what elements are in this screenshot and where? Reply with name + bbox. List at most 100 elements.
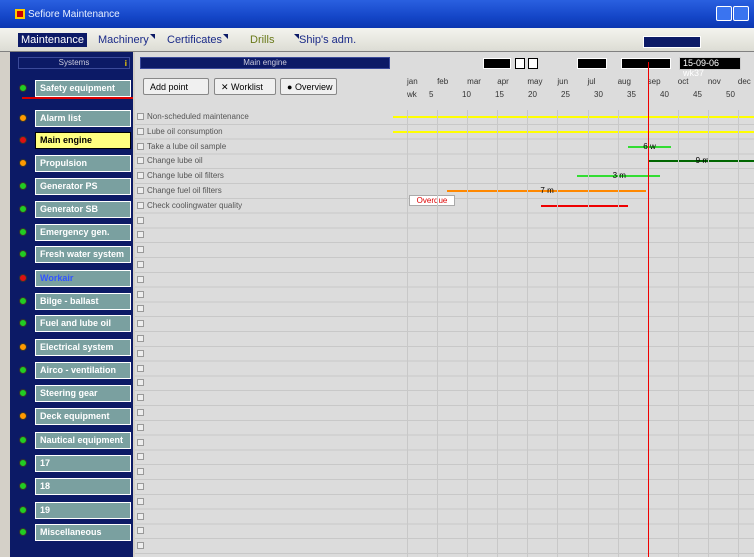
system-item[interactable]: Nautical equipment [19,432,133,449]
task-row[interactable] [135,243,754,257]
task-row[interactable] [135,317,754,331]
system-item[interactable]: Emergency gen. [19,224,133,241]
tab-machinery[interactable]: Machinery [98,34,155,46]
task-checkbox[interactable] [137,216,144,224]
calendar-icon[interactable] [621,58,671,69]
system-item[interactable]: Steering gear [19,385,133,402]
system-item[interactable]: Generator PS [19,178,133,195]
task-checkbox[interactable] [137,201,144,209]
task-interval-bar[interactable] [393,116,754,118]
system-item[interactable]: Airco - ventilation [19,362,133,379]
task-checkbox[interactable] [137,261,144,268]
system-item[interactable]: Electrical system [19,339,133,356]
task-row[interactable] [135,510,754,524]
task-checkbox[interactable] [137,409,144,416]
task-checkbox[interactable] [137,231,144,239]
task-row[interactable] [135,465,754,479]
info-icon[interactable]: i [125,59,127,68]
task-row[interactable] [135,495,754,509]
system-item[interactable]: 18 [19,478,133,495]
minimize-button[interactable] [716,6,732,21]
task-checkbox[interactable] [137,497,144,505]
task-checkbox[interactable] [137,542,144,550]
task-row[interactable] [135,436,754,450]
system-item[interactable]: 17 [19,455,133,472]
maximize-button[interactable] [733,6,749,21]
task-interval-bar[interactable] [541,204,628,207]
zoom-field[interactable] [483,58,511,69]
task-checkbox[interactable] [137,290,144,298]
task-row[interactable] [135,288,754,302]
task-row[interactable] [135,376,754,390]
task-checkbox[interactable] [137,379,144,387]
task-checkbox[interactable] [137,394,144,402]
prev-arrow-icon[interactable] [515,58,525,69]
task-row[interactable] [135,273,754,287]
task-row[interactable] [135,258,754,272]
system-item[interactable]: Alarm list [19,110,133,127]
add-point-button[interactable]: Add point [143,78,209,95]
task-checkbox[interactable] [137,453,144,461]
task-checkbox[interactable] [137,335,144,342]
system-item-label: Alarm list [35,110,131,127]
system-item[interactable]: Deck equipment [19,408,133,425]
system-item[interactable]: 19 [19,502,133,519]
task-row[interactable] [135,228,754,242]
system-item-label: Generator PS [35,178,131,195]
tab-certificates[interactable]: Certificates [167,34,229,46]
system-item[interactable]: Miscellaneous [19,524,133,541]
system-item[interactable]: Fresh water system [19,246,133,263]
task-checkbox[interactable] [137,468,144,476]
task-row[interactable] [135,362,754,376]
task-interval-bar[interactable] [393,130,754,133]
task-row[interactable] [135,524,754,538]
task-row[interactable]: Take a lube oil sample 6 w [135,140,754,154]
task-row[interactable] [135,214,754,228]
system-item[interactable]: Fuel and lube oil [19,315,133,332]
task-row[interactable] [135,421,754,435]
task-row[interactable] [135,347,754,361]
task-checkbox[interactable] [137,512,144,520]
task-checkbox[interactable] [137,527,144,535]
worklist-button[interactable]: ✕ Worklist [214,78,276,95]
task-checkbox[interactable] [137,483,144,490]
task-row[interactable] [135,406,754,420]
task-checkbox[interactable] [137,172,144,180]
system-item[interactable]: Main engine [19,132,133,149]
task-checkbox[interactable] [137,438,144,446]
task-checkbox[interactable] [137,246,144,254]
tab-ships-adm[interactable]: Ship's adm. [293,34,356,46]
task-checkbox[interactable] [137,157,144,165]
task-row[interactable] [135,302,754,316]
task-checkbox[interactable] [137,187,144,194]
tab-maintenance[interactable]: Maintenance [18,33,87,47]
task-checkbox[interactable] [137,349,144,357]
task-checkbox[interactable] [137,305,144,313]
task-name: Lube oil consumption [147,126,223,136]
system-item[interactable]: Safety equipment [19,80,133,97]
task-row[interactable]: Non-scheduled maintenance [135,110,754,124]
task-checkbox[interactable] [137,113,144,120]
next-arrow-icon[interactable] [528,58,538,69]
system-item[interactable]: Bilge - ballast [19,293,133,310]
task-checkbox[interactable] [137,275,144,283]
task-row[interactable] [135,450,754,464]
task-row[interactable] [135,539,754,553]
task-checkbox[interactable] [137,364,144,372]
task-row[interactable] [135,480,754,494]
task-checkbox[interactable] [137,423,144,431]
task-row[interactable]: Lube oil consumption [135,125,754,139]
system-item[interactable]: Propulsion [19,155,133,172]
task-checkbox[interactable] [137,142,144,150]
task-row[interactable] [135,332,754,346]
task-row[interactable]: Change lube oil 9 m [135,154,754,168]
system-item[interactable]: Workair [19,270,133,287]
tab-drills[interactable]: Drills [250,34,274,46]
refresh-icon[interactable] [577,58,607,69]
task-row[interactable] [135,391,754,405]
overview-button[interactable]: ● Overview [280,78,337,95]
task-row[interactable]: Change lube oil filters 3 m [135,169,754,183]
task-checkbox[interactable] [137,127,144,135]
system-item[interactable]: Generator SB [19,201,133,218]
task-checkbox[interactable] [137,320,144,328]
